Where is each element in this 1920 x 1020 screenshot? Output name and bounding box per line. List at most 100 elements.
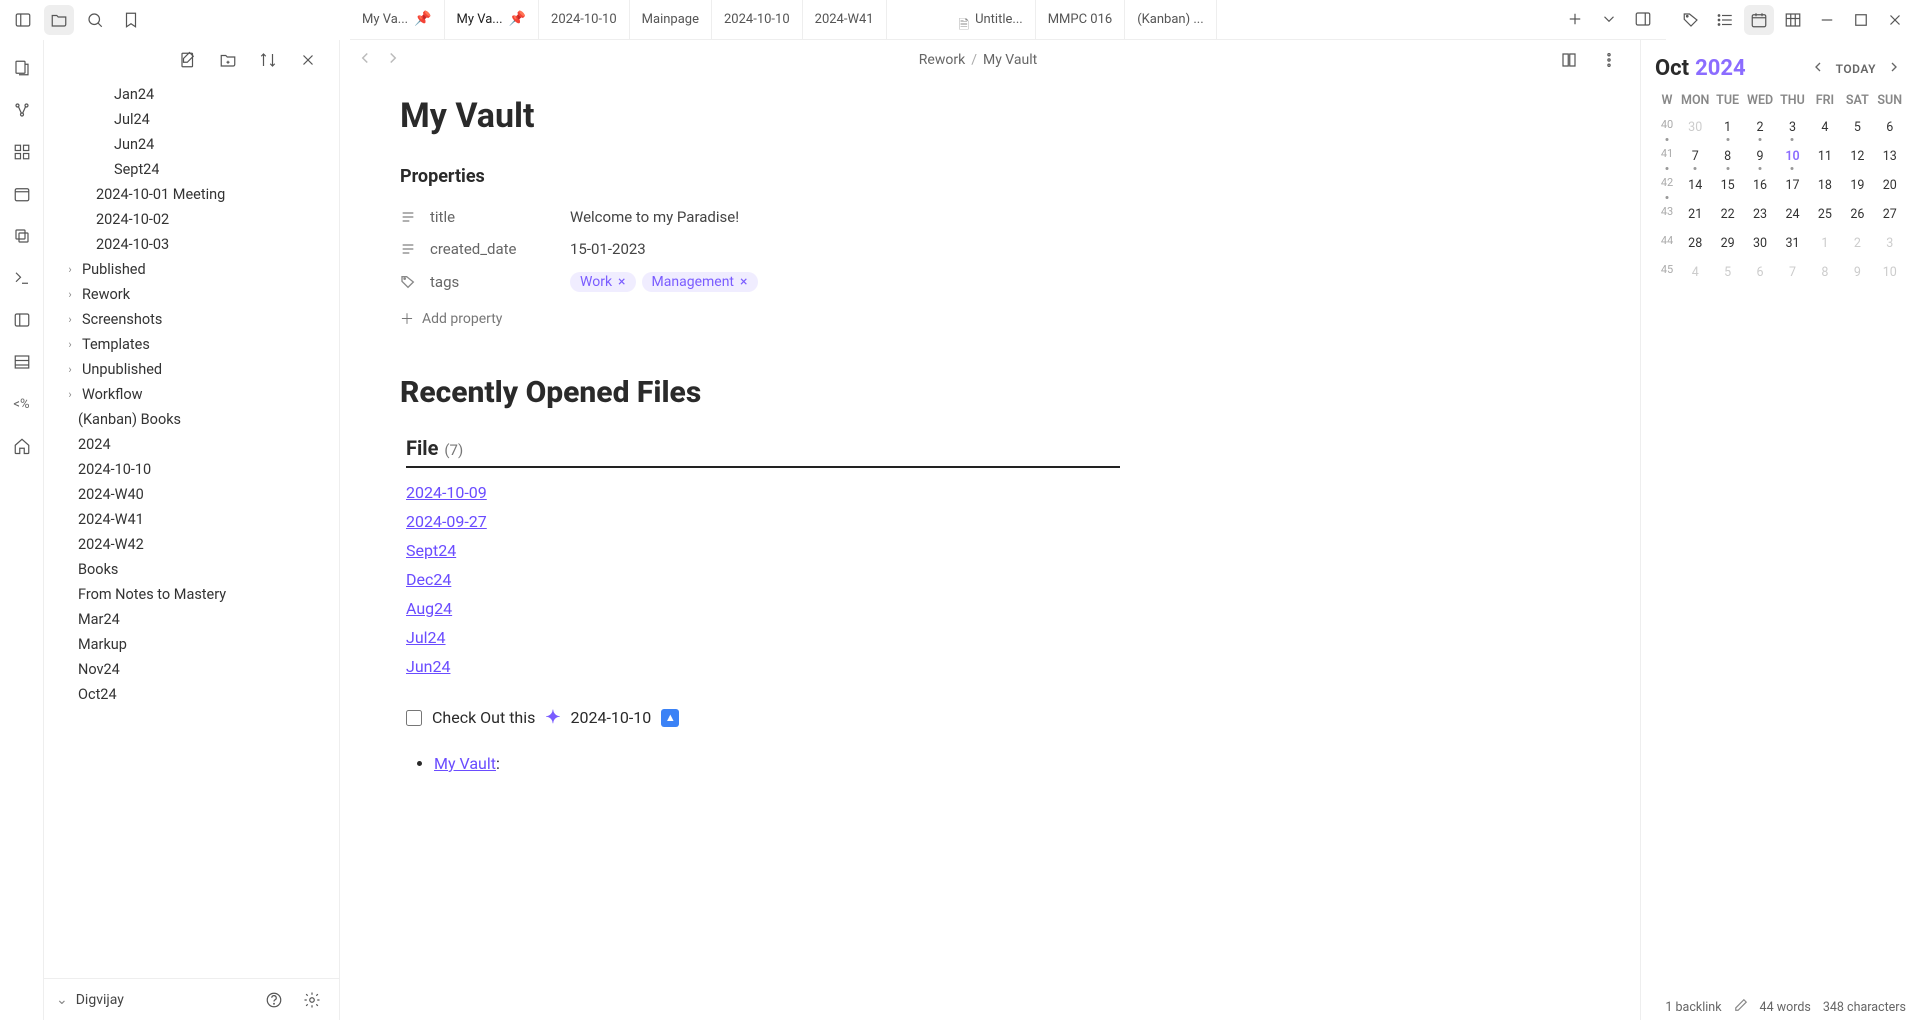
calendar-day[interactable]: 9 (1841, 263, 1873, 282)
calendar-next-icon[interactable] (1882, 57, 1906, 81)
more-icon[interactable] (1594, 45, 1624, 75)
outline-icon[interactable] (1710, 5, 1740, 35)
sidebar-item[interactable]: 2024-10-02 (44, 207, 339, 232)
calendar-day[interactable]: 19 (1841, 176, 1873, 195)
property-row-title[interactable]: title Welcome to my Paradise! (400, 201, 1120, 233)
chevron-right-icon[interactable]: › (62, 388, 78, 401)
sidebar-item[interactable]: ›Screenshots (44, 307, 339, 332)
pencil-icon[interactable] (1734, 998, 1748, 1016)
calendar-day[interactable]: 20 (1874, 176, 1906, 195)
task-checkbox[interactable] (406, 710, 422, 726)
breadcrumb-current[interactable]: My Vault (983, 52, 1037, 68)
calendar-day[interactable]: 23 (1744, 205, 1776, 224)
file-link[interactable]: Aug24 (406, 594, 1120, 623)
internal-link[interactable]: My Vault (434, 754, 496, 773)
reading-mode-icon[interactable] (1554, 45, 1584, 75)
sidebar-item[interactable]: 2024-W41 (44, 507, 339, 532)
status-backlinks[interactable]: 1 backlink (1665, 1000, 1721, 1015)
new-note-icon[interactable] (173, 45, 203, 75)
sidebar-item[interactable]: Sept24 (44, 157, 339, 182)
calendar-day[interactable]: 3 (1874, 234, 1906, 253)
sidebar-item[interactable]: 2024 (44, 432, 339, 457)
sidebar-item[interactable]: Mar24 (44, 607, 339, 632)
sidebar-item[interactable]: 2024-10-03 (44, 232, 339, 257)
calendar-week-number[interactable]: 43 (1655, 205, 1679, 224)
calendar-day[interactable]: 5 (1711, 263, 1743, 282)
new-folder-icon[interactable] (213, 45, 243, 75)
calendar-week-number[interactable]: 41 (1655, 147, 1679, 166)
calendar-day[interactable]: 3 (1776, 118, 1808, 137)
calendar-day[interactable]: 29 (1711, 234, 1743, 253)
rail-daily-note-icon[interactable] (8, 180, 36, 208)
remove-tag-icon[interactable]: × (618, 274, 625, 290)
sidebar-item[interactable]: (Kanban) Books (44, 407, 339, 432)
window-minimize-icon[interactable] (1812, 5, 1842, 35)
window-close-icon[interactable] (1880, 5, 1910, 35)
calendar-prev-icon[interactable] (1806, 57, 1830, 81)
calendar-day[interactable]: 7 (1679, 147, 1711, 166)
file-link[interactable]: 2024-10-09 (406, 478, 1120, 507)
file-link[interactable]: Jul24 (406, 623, 1120, 652)
calendar-day[interactable]: 11 (1809, 147, 1841, 166)
tags-icon[interactable] (1676, 5, 1706, 35)
tab[interactable]: My Va...📌 (350, 0, 445, 39)
calendar-day[interactable]: 16 (1744, 176, 1776, 195)
calendar-day[interactable]: 1 (1711, 118, 1743, 137)
tab[interactable]: 2024-W41 (803, 0, 887, 39)
property-value[interactable]: Welcome to my Paradise! (570, 208, 1120, 226)
sidebar-item[interactable]: Books (44, 557, 339, 582)
calendar-day[interactable]: 27 (1874, 205, 1906, 224)
sidebar-item[interactable]: Jan24 (44, 82, 339, 107)
calendar-day[interactable]: 30 (1744, 234, 1776, 253)
sidebar-item[interactable]: 2024-W40 (44, 482, 339, 507)
calendar-day[interactable]: 13 (1874, 147, 1906, 166)
calendar-day[interactable]: 9 (1744, 147, 1776, 166)
sidebar-item[interactable]: 2024-10-01 Meeting (44, 182, 339, 207)
property-row-created[interactable]: created_date 15-01-2023 (400, 233, 1120, 265)
remove-tag-icon[interactable]: × (740, 274, 747, 290)
calendar-day[interactable]: 28 (1679, 234, 1711, 253)
files-icon[interactable] (44, 5, 74, 35)
sidebar-item[interactable]: ›Unpublished (44, 357, 339, 382)
collapse-sidebar-icon[interactable] (8, 5, 38, 35)
sidebar-item[interactable]: ›Workflow (44, 382, 339, 407)
tab[interactable]: My Va...📌 (445, 0, 540, 39)
calendar-day[interactable]: 31 (1776, 234, 1808, 253)
tag-chip[interactable]: Management× (642, 272, 758, 292)
sidebar-item[interactable]: Jul24 (44, 107, 339, 132)
tab[interactable]: 🗎Untitle... (887, 0, 1036, 39)
table-icon[interactable] (1778, 5, 1808, 35)
sidebar-item[interactable]: Oct24 (44, 682, 339, 707)
property-row-tags[interactable]: tags Work×Management× (400, 265, 1120, 299)
calendar-day[interactable]: 8 (1711, 147, 1743, 166)
rail-home-icon[interactable] (8, 432, 36, 460)
collapse-icon[interactable] (293, 45, 323, 75)
calendar-day[interactable]: 7 (1776, 263, 1808, 282)
sort-icon[interactable] (253, 45, 283, 75)
calendar-day[interactable]: 17 (1776, 176, 1808, 195)
calendar-day[interactable]: 5 (1841, 118, 1873, 137)
chevron-right-icon[interactable]: › (62, 288, 78, 301)
toggle-right-sidebar-icon[interactable] (1628, 4, 1658, 34)
calendar-today-button[interactable]: TODAY (1836, 62, 1876, 76)
calendar-week-number[interactable]: 42 (1655, 176, 1679, 195)
file-link[interactable]: Jun24 (406, 652, 1120, 681)
sidebar-item[interactable]: 2024-10-10 (44, 457, 339, 482)
rail-percent-icon[interactable]: <% (8, 390, 36, 418)
calendar-day[interactable]: 24 (1776, 205, 1808, 224)
calendar-week-number[interactable]: 45 (1655, 263, 1679, 282)
tag-chip[interactable]: Work× (570, 272, 636, 292)
window-maximize-icon[interactable] (1846, 5, 1876, 35)
rail-quick-switcher-icon[interactable] (8, 54, 36, 82)
rail-command-icon[interactable] (8, 264, 36, 292)
calendar-day[interactable]: 4 (1679, 263, 1711, 282)
calendar-day[interactable]: 8 (1809, 263, 1841, 282)
calendar-day[interactable]: 14 (1679, 176, 1711, 195)
nav-forward-icon[interactable] (384, 49, 402, 71)
calendar-day[interactable]: 6 (1744, 263, 1776, 282)
tab[interactable]: 2024-10-10 (539, 0, 630, 39)
calendar-day[interactable]: 30 (1679, 118, 1711, 137)
rail-tables-icon[interactable] (8, 348, 36, 376)
sidebar-item[interactable]: From Notes to Mastery (44, 582, 339, 607)
calendar-day[interactable]: 22 (1711, 205, 1743, 224)
